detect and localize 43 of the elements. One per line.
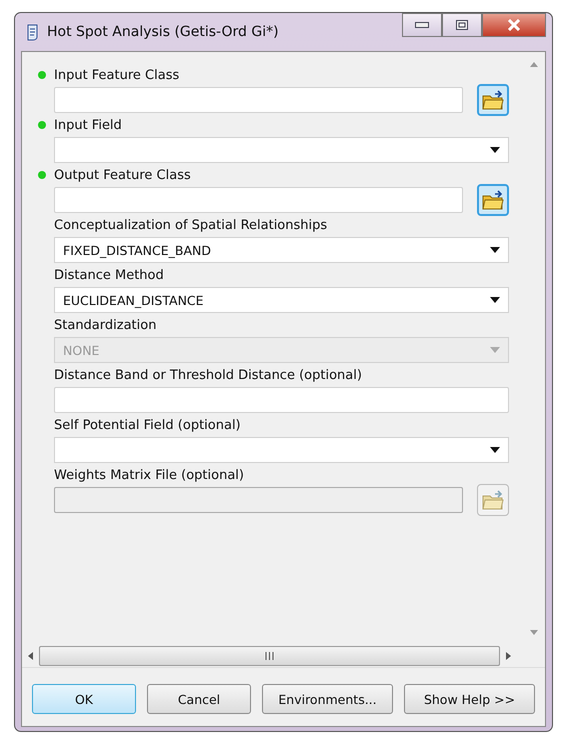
parameter-label: Distance Method (54, 268, 164, 282)
dialog-button[interactable]: Show Help >> (404, 684, 535, 714)
dropdown-field[interactable] (54, 137, 509, 163)
parameter-label: Weights Matrix File (optional) (54, 468, 244, 482)
parameter-label: Output Feature Class (54, 168, 191, 182)
input-field[interactable] (54, 87, 463, 113)
input-field[interactable] (54, 187, 463, 213)
dialog-button[interactable]: Cancel (147, 684, 251, 714)
parameter-label: Conceptualization of Spatial Relationships (54, 218, 328, 232)
dropdown-arrow-icon (490, 297, 500, 303)
window-title: Hot Spot Analysis (Getis-Ord Gi*) (47, 24, 280, 40)
scroll-right-icon (506, 652, 511, 660)
minimize-icon (415, 22, 429, 28)
dropdown-field[interactable]: FIXED_DISTANCE_BAND (54, 237, 509, 263)
parameter-label: Self Potential Field (optional) (54, 418, 241, 432)
input-field[interactable] (54, 387, 509, 413)
scroll-thumb[interactable] (39, 646, 500, 666)
folder-icon (482, 490, 504, 510)
dropdown-arrow-icon (490, 247, 500, 253)
maximize-button[interactable] (442, 13, 482, 37)
close-button[interactable] (482, 13, 546, 37)
scroll-up-icon (530, 62, 538, 67)
dropdown-field[interactable] (54, 437, 509, 463)
maximize-icon (456, 20, 468, 30)
dropdown-arrow-icon (490, 347, 500, 353)
parameter-label: Input Field (54, 118, 122, 132)
folder-icon (482, 190, 504, 210)
parameter-label: Standardization (54, 318, 156, 332)
browse-button[interactable] (477, 184, 509, 216)
dropdown-field[interactable]: EUCLIDEAN_DISTANCE (54, 287, 509, 313)
scroll-left-icon (28, 652, 33, 660)
dropdown-arrow-icon (490, 147, 500, 153)
browse-button[interactable] (477, 84, 509, 116)
folder-icon (482, 90, 504, 110)
parameter-label: Input Feature Class (54, 68, 180, 82)
parameter-label: Distance Band or Threshold Distance (optional) (54, 368, 362, 382)
minimize-button[interactable] (402, 13, 442, 37)
dialog-button[interactable]: Environments... (262, 684, 393, 714)
grip-icon (265, 652, 274, 660)
dialog-button[interactable]: OK (32, 684, 136, 714)
scroll-down-icon (530, 630, 538, 635)
close-icon (507, 19, 521, 31)
dropdown-arrow-icon (490, 447, 500, 453)
